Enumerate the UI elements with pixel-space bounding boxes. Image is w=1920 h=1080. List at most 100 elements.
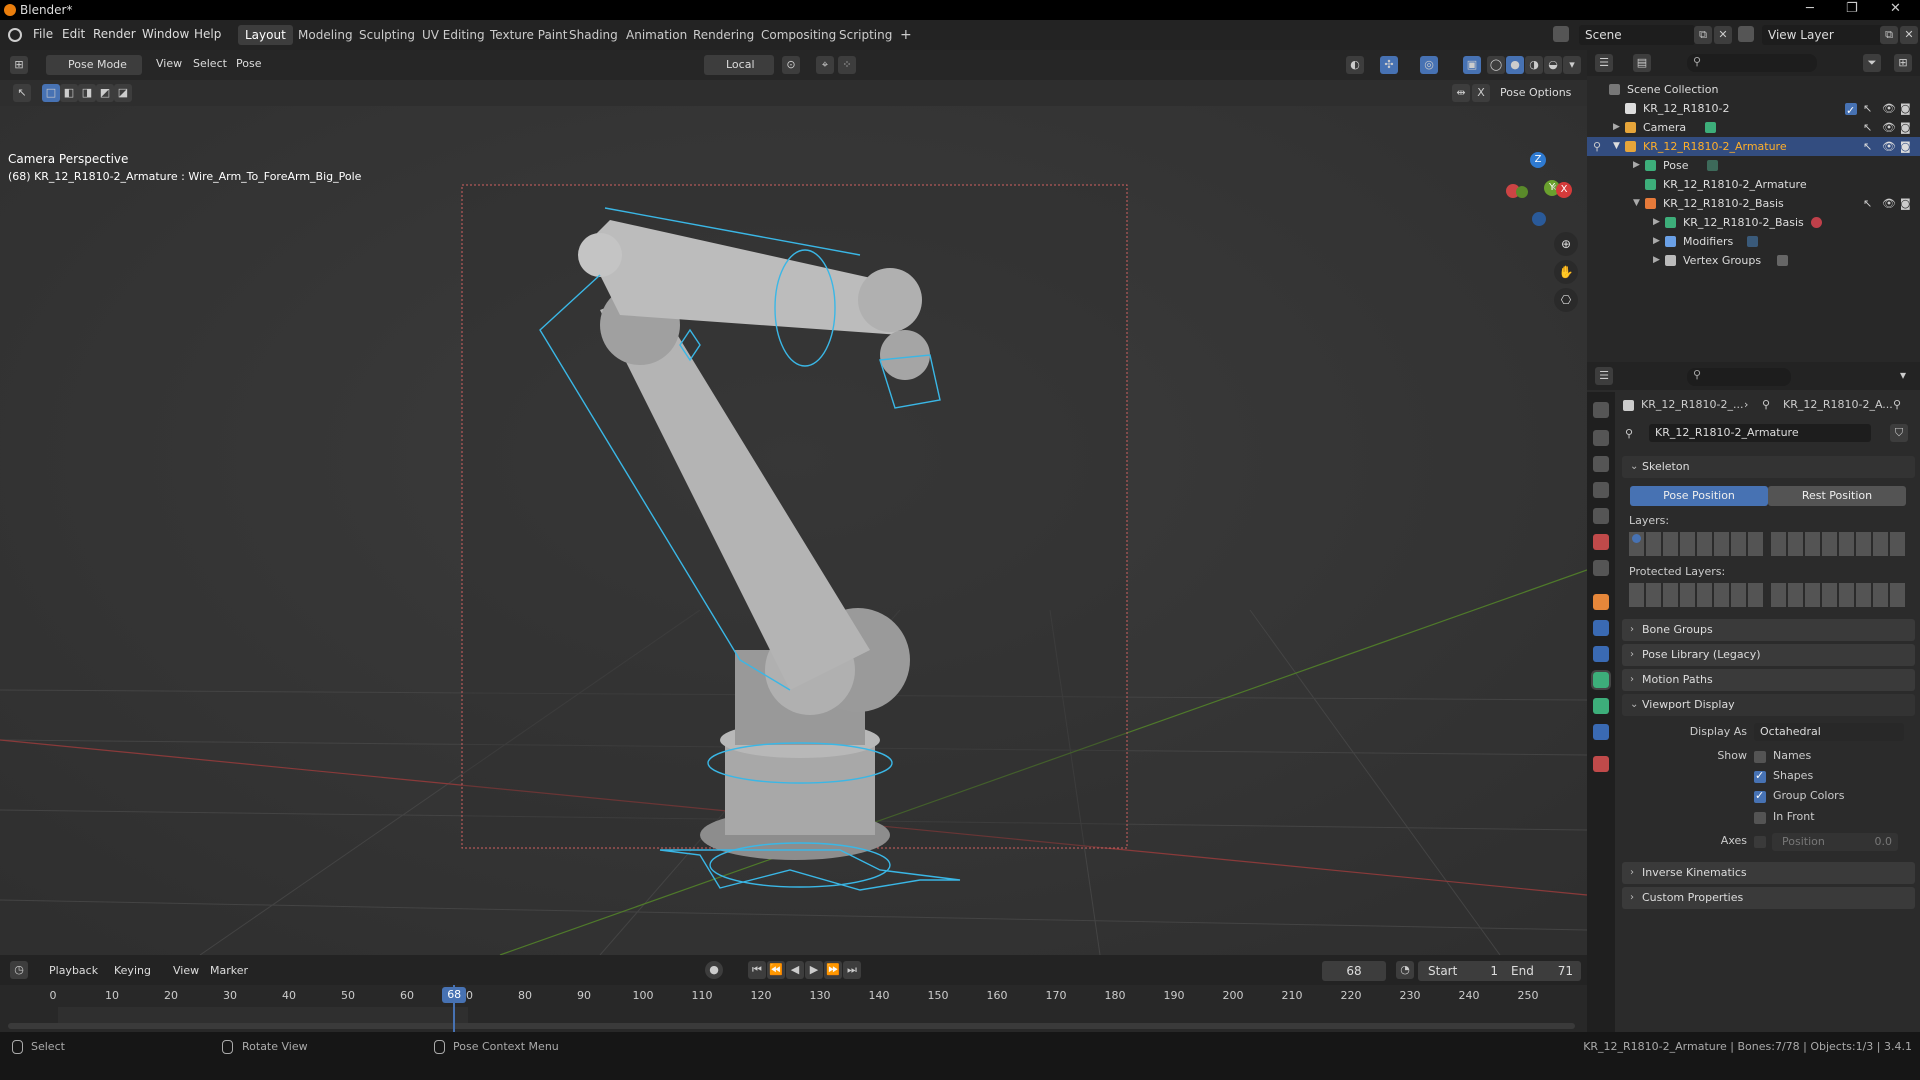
pin-icon[interactable]: ⚲: [1893, 398, 1901, 411]
physics-tab-icon[interactable]: [1593, 620, 1609, 636]
custom-properties-panel-header[interactable]: › Custom Properties: [1622, 887, 1915, 909]
viewport-display-panel-header[interactable]: ⌄ Viewport Display: [1622, 694, 1915, 716]
inverse-kinematics-panel-header[interactable]: › Inverse Kinematics: [1622, 862, 1915, 884]
outliner-row-armature[interactable]: ⚲ ▼ KR_12_R1810-2_Armature ↖ 👁 ◙: [1587, 137, 1920, 156]
snap-icon[interactable]: ⌖: [816, 56, 834, 74]
pan-hand-icon[interactable]: ✋: [1554, 260, 1578, 284]
tab-scripting[interactable]: Scripting: [832, 25, 899, 45]
collapse-arrow-icon[interactable]: ▼: [1633, 194, 1640, 213]
view-layer-icon[interactable]: [1738, 26, 1754, 42]
select-tool-icon[interactable]: ↖: [13, 84, 31, 102]
scene-tab-icon[interactable]: [1593, 508, 1609, 524]
axes-checkbox[interactable]: [1754, 836, 1766, 848]
mirror-icon[interactable]: ⇹: [1452, 84, 1470, 102]
menu-render[interactable]: Render: [93, 27, 136, 41]
motion-paths-panel-header[interactable]: › Motion Paths: [1622, 669, 1915, 691]
show-group-colors-checkbox[interactable]: [1754, 789, 1766, 803]
mode-selector[interactable]: Pose Mode: [46, 55, 142, 75]
new-collection-icon[interactable]: ⊞: [1894, 54, 1912, 72]
display-mode-icon[interactable]: ▤: [1633, 54, 1651, 72]
select-intersect-icon[interactable]: ◪: [114, 84, 132, 102]
material-shading-icon[interactable]: ◑: [1525, 56, 1543, 74]
properties-search-input[interactable]: [1687, 368, 1791, 386]
play-reverse-icon[interactable]: ◀: [786, 961, 804, 979]
bone-groups-panel-header[interactable]: › Bone Groups: [1622, 619, 1915, 641]
tab-animation[interactable]: Animation: [619, 25, 694, 45]
menu-file[interactable]: File: [33, 27, 53, 41]
expand-arrow-icon[interactable]: ▶: [1633, 156, 1640, 175]
outliner-row-camera[interactable]: ▶ Camera ↖ 👁 ◙: [1587, 118, 1920, 137]
axes-position-field[interactable]: Position 0.0: [1772, 833, 1898, 851]
jump-end-icon[interactable]: ⏭: [843, 961, 861, 979]
menu-help[interactable]: Help: [194, 27, 221, 41]
scene-icon[interactable]: [1553, 26, 1569, 42]
tab-layout[interactable]: Layout: [238, 25, 293, 45]
outliner-editor-type-icon[interactable]: ☰: [1595, 54, 1613, 72]
breadcrumb-data[interactable]: KR_12_R1810-2_A...: [1783, 398, 1893, 411]
menu-window[interactable]: Window: [142, 27, 189, 41]
outliner-row-basis[interactable]: ▼ KR_12_R1810-2_Basis ↖ 👁 ◙: [1587, 194, 1920, 213]
gizmo-neg-y-icon[interactable]: [1516, 186, 1528, 198]
tab-sculpting[interactable]: Sculpting: [352, 25, 422, 45]
tab-modeling[interactable]: Modeling: [291, 25, 360, 45]
armature-datablock-icon[interactable]: ⚲: [1625, 427, 1633, 440]
render-tab-icon[interactable]: [1593, 430, 1609, 446]
eye-icon[interactable]: 👁: [1882, 137, 1896, 156]
bone-tab-icon[interactable]: [1593, 698, 1609, 714]
gizmo-z-icon[interactable]: Z: [1530, 152, 1546, 168]
timeline-menu-playback[interactable]: Playback: [49, 964, 98, 977]
select-arrow-icon[interactable]: ↖: [1863, 194, 1872, 213]
eye-icon[interactable]: 👁: [1882, 194, 1896, 213]
pose-options-dropdown[interactable]: Pose Options: [1494, 83, 1578, 103]
collection-tab-icon[interactable]: [1593, 560, 1609, 576]
menu-edit[interactable]: Edit: [62, 27, 85, 41]
camera-view-icon[interactable]: ⎔: [1554, 288, 1578, 312]
gizmo-neg-z-icon[interactable]: [1532, 212, 1546, 226]
eye-icon[interactable]: 👁: [1882, 99, 1896, 118]
zoom-icon[interactable]: ⊕: [1554, 232, 1578, 256]
outliner-row-pose[interactable]: ▶ Pose: [1587, 156, 1920, 175]
expand-arrow-icon[interactable]: ▶: [1613, 118, 1620, 137]
pivot-point-icon[interactable]: ⊙: [782, 56, 800, 74]
render-camera-icon[interactable]: ◙: [1900, 99, 1911, 118]
object-constraints-tab-icon[interactable]: [1593, 646, 1609, 662]
timeline-editor-type-icon[interactable]: ◷: [10, 961, 28, 979]
view-layer-selector[interactable]: View Layer: [1762, 25, 1884, 45]
pose-library-panel-header[interactable]: › Pose Library (Legacy): [1622, 644, 1915, 666]
select-arrow-icon[interactable]: ↖: [1863, 137, 1872, 156]
filter-icon[interactable]: ⏷: [1863, 54, 1881, 72]
playhead-frame-label[interactable]: 68: [442, 987, 467, 1003]
timeline-menu-view[interactable]: View: [173, 964, 199, 977]
select-invert-icon[interactable]: ◩: [96, 84, 114, 102]
collapse-arrow-icon[interactable]: ‹: [1552, 180, 1557, 194]
delete-view-layer-icon[interactable]: ✕: [1900, 26, 1918, 44]
outliner-row-scene-collection[interactable]: Scene Collection: [1587, 80, 1920, 99]
layers-grid-right[interactable]: [1771, 532, 1906, 556]
output-tab-icon[interactable]: [1593, 456, 1609, 472]
viewport-menu-pose[interactable]: Pose: [236, 57, 261, 70]
eye-icon[interactable]: 👁: [1882, 118, 1896, 137]
select-new-icon[interactable]: □: [42, 84, 60, 102]
viewport-menu-select[interactable]: Select: [193, 57, 227, 70]
jump-keyframe-forward-icon[interactable]: ⏩: [824, 961, 842, 979]
timeline-scrollbar[interactable]: [8, 1023, 1575, 1029]
close-window-icon[interactable]: ✕: [1890, 1, 1901, 16]
rendered-shading-icon[interactable]: ◒: [1544, 56, 1562, 74]
tab-shading[interactable]: Shading: [562, 25, 625, 45]
select-extend-icon[interactable]: ◧: [60, 84, 78, 102]
navigation-gizmo[interactable]: Z Y X: [1500, 150, 1580, 230]
protected-layers-grid-right[interactable]: [1771, 583, 1906, 607]
scene-selector[interactable]: Scene: [1579, 25, 1695, 45]
outliner-row-collection[interactable]: KR_12_R1810-2 ↖ 👁 ◙: [1587, 99, 1920, 120]
xray-toggle-icon[interactable]: ▣: [1463, 56, 1481, 74]
start-frame-field[interactable]: Start 1: [1418, 961, 1506, 981]
play-icon[interactable]: ▶: [805, 961, 823, 979]
show-names-checkbox[interactable]: [1754, 751, 1766, 763]
pose-mode-icon[interactable]: ⚲: [1593, 137, 1601, 156]
outliner-row-modifiers[interactable]: ▶ Modifiers: [1587, 232, 1920, 251]
expand-arrow-icon[interactable]: ▶: [1653, 251, 1660, 270]
properties-options-icon[interactable]: ▾: [1900, 368, 1906, 382]
tab-compositing[interactable]: Compositing: [754, 25, 843, 45]
outliner-search-input[interactable]: [1687, 54, 1817, 72]
editor-type-icon[interactable]: ⊞: [10, 56, 28, 74]
